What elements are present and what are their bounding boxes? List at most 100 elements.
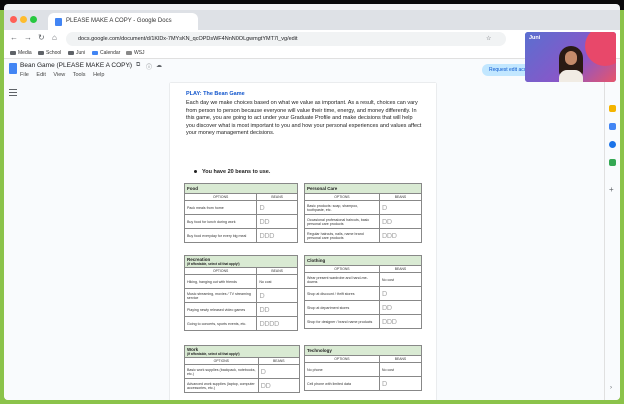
option-cell: Cell phone with limited data [304, 376, 380, 391]
beans-cell[interactable]: D [257, 364, 301, 379]
outline-icon[interactable] [9, 89, 17, 96]
table-technology: Technology OPTIONS BEANS No phone No cost Cel… [304, 345, 423, 391]
menu-help[interactable]: Help [93, 72, 104, 78]
add-addon-icon[interactable]: + [609, 185, 614, 194]
options-column-header: OPTIONS [183, 267, 258, 275]
bullet-dot-icon [194, 170, 197, 174]
options-column-header: OPTIONS [304, 265, 380, 273]
address-bar[interactable]: docs.google.com/document/d/1KlDx-7MYsKN_… [66, 32, 506, 46]
category-header-row: Technology [304, 345, 422, 356]
option-cell: Going to concerts, sports events, etc. [183, 316, 258, 331]
column-header-row: OPTIONS BEANS [304, 355, 423, 363]
document-page[interactable]: PLAY: The Bean Game Each day we make cho… [170, 83, 436, 400]
beans-cell[interactable]: No cost [378, 362, 423, 377]
forward-icon[interactable]: → [24, 33, 32, 42]
beans-column-header: BEANS [378, 355, 423, 363]
url-text: docs.google.com/document/d/1KlDx-7MYsKN_… [78, 36, 298, 42]
beans-cell[interactable]: D [256, 200, 298, 215]
bookmark-calendar[interactable]: Calendar [92, 50, 120, 56]
beans-cell[interactable]: D [378, 200, 423, 215]
option-cell: Pack meals from home [183, 200, 258, 215]
options-column-header: OPTIONS [183, 193, 258, 201]
star-icon[interactable]: ☆ [126, 62, 131, 69]
beans-column-header: BEANS [256, 267, 298, 275]
back-icon[interactable]: ← [10, 33, 18, 42]
menu-tools[interactable]: Tools [73, 72, 86, 78]
table-clothing: Clothing OPTIONS BEANS Wear present wardrob… [304, 255, 423, 329]
table-work: Work (If affordable, select all that appl… [184, 345, 301, 393]
option-cell: Occasional professional haircuts, basic … [304, 214, 380, 229]
table-food: Food OPTIONS BEANS Pack meals from home D Buy… [183, 183, 298, 243]
beans-cell[interactable]: D [378, 376, 423, 391]
document-title[interactable]: Bean Game (PLEASE MAKE A COPY) [20, 62, 132, 69]
category-header: Technology [304, 345, 422, 356]
beans-cell[interactable]: DD [256, 214, 298, 229]
option-cell: Shop at department stores [304, 300, 380, 315]
table-row: Hiking, hanging out with friends No cost [183, 274, 298, 289]
beans-cell[interactable]: DD [257, 378, 301, 393]
category-header-row: Food [184, 183, 298, 194]
home-icon[interactable]: ⌂ [52, 33, 57, 42]
bookmark-media[interactable]: Media [10, 50, 32, 56]
category-name: Technology [307, 348, 332, 353]
keep-icon[interactable] [609, 105, 616, 112]
table-row: Buy food for lunch during work DD [183, 214, 298, 229]
beans-cell[interactable]: DDDD [256, 316, 298, 331]
maps-icon[interactable] [609, 159, 616, 166]
beans-column-header: BEANS [378, 265, 423, 273]
beans-cell[interactable]: D [256, 288, 298, 303]
expand-panel-icon[interactable]: › [610, 385, 612, 391]
webcam-face [565, 51, 577, 65]
beans-cell[interactable]: DDD [378, 228, 423, 243]
bookmark-juni[interactable]: Juni [68, 50, 85, 56]
browser-tab[interactable]: PLEASE MAKE A COPY - Google Docs [48, 13, 198, 30]
menu-bar: File Edit View Tools Help [20, 72, 110, 78]
options-column-header: OPTIONS [304, 355, 380, 363]
wsj-icon [126, 50, 132, 55]
beans-cell[interactable]: DDD [256, 228, 298, 243]
table-row: Wear present wardrobe and hand-me-downs N… [304, 272, 423, 287]
table-personal-care: Personal Care OPTIONS BEANS Basic products:… [304, 183, 423, 243]
docs-logo-icon[interactable] [9, 63, 17, 74]
menu-edit[interactable]: Edit [36, 72, 45, 78]
move-icon[interactable]: ⧉ [136, 62, 140, 69]
beans-cell[interactable]: No cost [256, 274, 298, 289]
category-name: Clothing [307, 258, 326, 263]
bookmark-school[interactable]: School [38, 50, 61, 56]
tab-strip: PLEASE MAKE A COPY - Google Docs [4, 10, 620, 30]
category-subtitle: (If affordable, select all that apply!) [187, 262, 240, 266]
beans-cell[interactable]: D [378, 286, 423, 301]
table-row: Pack meals from home D [183, 200, 298, 215]
beans-cell[interactable]: DD [256, 302, 298, 317]
reload-icon[interactable]: ↻ [38, 33, 45, 42]
beans-cell[interactable]: DD [378, 214, 423, 229]
beans-cell[interactable]: No cost [378, 272, 423, 287]
menu-view[interactable]: View [53, 72, 65, 78]
table-recreation: Recreation (If affordable, select all tha… [183, 255, 298, 331]
table-row: Shop at department stores DD [304, 300, 423, 315]
option-cell: Hiking, hanging out with friends [183, 274, 258, 289]
info-icon[interactable]: ⓘ [146, 62, 152, 71]
tasks-icon[interactable] [609, 123, 616, 130]
webcam-overlay[interactable]: Juni [525, 32, 616, 82]
option-cell: Playing newly released video games [183, 302, 258, 317]
category-header-row: Personal Care [304, 183, 422, 194]
contacts-icon[interactable] [609, 141, 616, 148]
table-row: Shop at discount / thrift stores D [304, 286, 423, 301]
close-window-icon[interactable] [10, 16, 17, 23]
table-row: Basic work supplies (backpack, notebooks… [184, 364, 301, 379]
bookmark-wsj[interactable]: WSJ [126, 50, 145, 56]
beans-cell[interactable]: DDD [378, 314, 423, 329]
column-header-row: OPTIONS BEANS [184, 357, 301, 365]
bookmark-star-icon[interactable]: ☆ [486, 35, 491, 42]
menu-file[interactable]: File [20, 72, 29, 78]
table-row: Playing newly released video games DD [183, 302, 298, 317]
option-cell: Advanced work supplies (laptop, computer… [184, 378, 259, 393]
option-cell: Regular haircuts, nails, name brand pers… [304, 228, 380, 243]
table-row: Cell phone with limited data D [304, 376, 423, 391]
minimize-window-icon[interactable] [20, 16, 27, 23]
webcam-person [559, 46, 583, 82]
maximize-window-icon[interactable] [30, 16, 37, 23]
beans-column-header: BEANS [378, 193, 423, 201]
beans-cell[interactable]: DD [378, 300, 423, 315]
